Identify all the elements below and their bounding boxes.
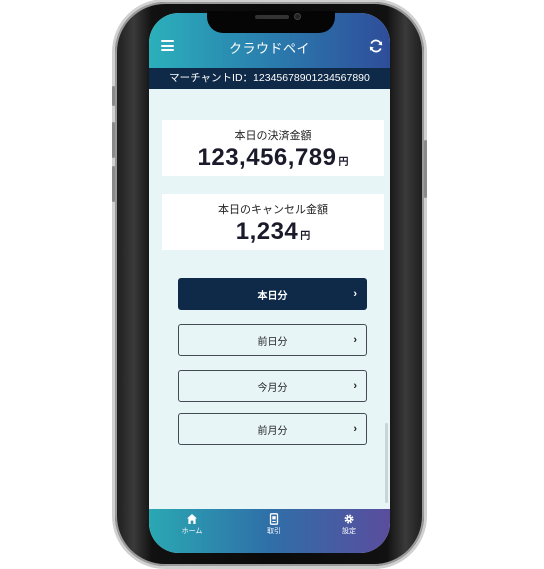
today-cancel-unit: 円 [300,231,311,242]
chevron-right-icon: › [353,423,357,435]
bottom-tab-bar: ホーム 取引 設定 [149,509,390,553]
scrollbar[interactable] [385,423,388,503]
speaker [255,15,289,19]
today-payment-amount: 123,456,789 円 [162,144,384,172]
app-title: クラウドペイ [228,41,310,56]
last-month-button-label: 前月分 [257,425,288,437]
this-month-button-label: 今月分 [257,382,288,394]
today-payment-value: 123,456,789 [197,144,337,171]
gear-icon [344,514,354,524]
today-cancel-amount: 1,234 円 [162,218,384,246]
yesterday-button[interactable]: 前日分 › [178,324,367,356]
volume-up-button [112,122,115,158]
tab-settings-label: 設定 [342,528,356,535]
today-cancel-card: 本日のキャンセル金額 1,234 円 [162,194,384,250]
receipt-icon [269,513,279,525]
merchant-id-bar: マーチャントID：12345678901234567890 [149,68,390,89]
front-camera [294,13,301,20]
yesterday-button-label: 前日分 [257,336,288,348]
tab-transactions[interactable]: 取引 [234,509,314,553]
today-button-label: 本日分 [257,290,288,302]
today-payment-label: 本日の決済金額 [234,130,312,142]
tab-settings[interactable]: 設定 [309,509,389,553]
chevron-right-icon: › [353,380,357,392]
today-button[interactable]: 本日分 › [178,278,367,310]
tab-home[interactable]: ホーム [152,509,232,553]
tab-home-label: ホーム [181,528,203,535]
last-month-button[interactable]: 前月分 › [178,413,367,445]
mute-switch [112,86,115,106]
today-cancel-label: 本日のキャンセル金額 [218,204,328,216]
this-month-button[interactable]: 今月分 › [178,370,367,402]
volume-down-button [112,166,115,202]
chevron-right-icon: › [353,288,357,300]
today-payment-card: 本日の決済金額 123,456,789 円 [162,120,384,176]
power-button [424,140,427,198]
home-icon [187,514,197,524]
tab-transactions-label: 取引 [267,528,281,535]
chevron-right-icon: › [353,334,357,346]
app-screen: クラウドペイ マーチャントID：12345678901234567890 本日の… [149,13,390,553]
refresh-icon[interactable] [368,38,384,54]
today-payment-unit: 円 [338,157,349,168]
today-cancel-value: 1,234 [235,218,299,245]
